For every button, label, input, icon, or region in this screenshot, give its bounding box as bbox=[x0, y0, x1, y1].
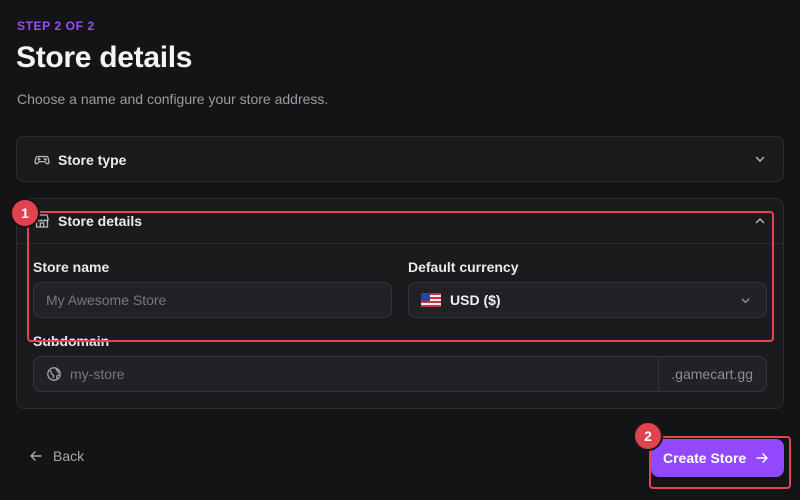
globe-icon bbox=[46, 366, 62, 382]
page-subtitle: Choose a name and configure your store a… bbox=[17, 91, 329, 107]
chevron-up-icon[interactable] bbox=[753, 214, 767, 228]
store-details-title: Store details bbox=[58, 213, 143, 229]
subdomain-suffix: .gamecart.gg bbox=[658, 357, 766, 391]
arrow-right-icon bbox=[755, 451, 769, 465]
create-store-label: Create Store bbox=[663, 450, 747, 466]
store-type-section: Store type bbox=[16, 136, 784, 182]
annotation-badge-1: 1 bbox=[12, 200, 38, 226]
store-details-header[interactable]: Store details bbox=[17, 199, 783, 244]
chevron-down-icon bbox=[739, 294, 752, 307]
back-label: Back bbox=[53, 448, 85, 464]
subdomain-field: .gamecart.gg bbox=[33, 356, 767, 392]
step-indicator: STEP 2 OF 2 bbox=[17, 19, 95, 33]
store-name-label: Store name bbox=[33, 259, 110, 275]
currency-label: Default currency bbox=[408, 259, 519, 275]
arrow-left-icon bbox=[29, 449, 43, 463]
store-type-header[interactable]: Store type bbox=[17, 137, 783, 182]
create-store-button[interactable]: Create Store bbox=[651, 439, 784, 477]
store-name-field bbox=[33, 282, 392, 318]
subdomain-input[interactable] bbox=[62, 366, 659, 382]
chevron-down-icon[interactable] bbox=[753, 152, 767, 166]
currency-value: USD ($) bbox=[450, 292, 501, 308]
page-title: Store details bbox=[16, 41, 193, 74]
gamepad-icon bbox=[34, 152, 50, 168]
subdomain-label: Subdomain bbox=[33, 333, 110, 349]
store-name-input[interactable] bbox=[34, 292, 391, 308]
subdomain-input-wrap bbox=[62, 366, 659, 382]
annotation-badge-2: 2 bbox=[635, 423, 661, 449]
currency-select[interactable]: USD ($) bbox=[408, 282, 767, 318]
us-flag-icon bbox=[421, 293, 441, 307]
back-button[interactable]: Back bbox=[29, 448, 84, 464]
store-type-title: Store type bbox=[58, 151, 127, 168]
